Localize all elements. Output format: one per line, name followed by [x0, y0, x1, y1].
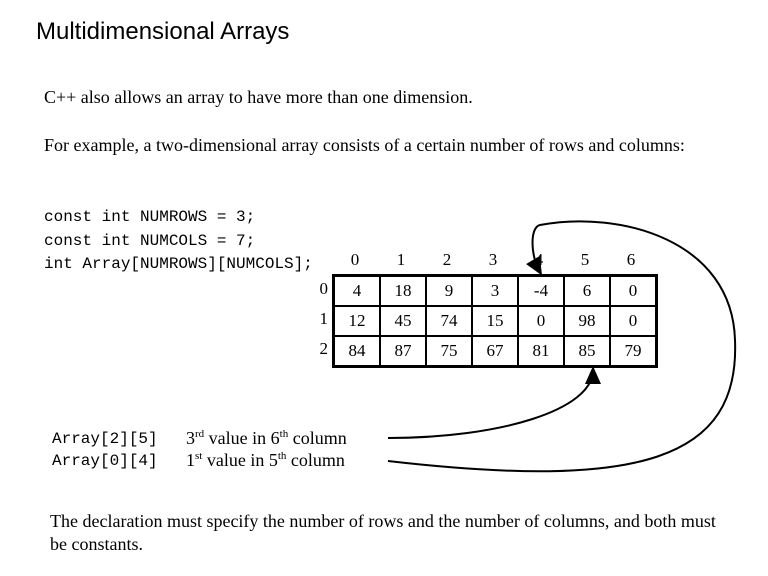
code-line-array-decl: int Array[NUMROWS][NUMCOLS];: [44, 255, 313, 273]
text: column: [286, 450, 345, 470]
array-grid: 4 18 9 3 -4 6 0 12 45 74 15 0 98 0 84 87…: [332, 274, 658, 368]
col-header: 5: [562, 250, 608, 270]
intro-paragraph-2: For example, a two-dimensional array con…: [44, 134, 724, 157]
cell: 0: [610, 306, 656, 336]
cell: 0: [518, 306, 564, 336]
cell: 74: [426, 306, 472, 336]
ordinal-suffix: th: [280, 428, 289, 440]
cell: 87: [380, 336, 426, 366]
code-line-numcols: const int NUMCOLS = 7;: [44, 232, 255, 250]
col-header: 2: [424, 250, 470, 270]
text: 3: [186, 428, 195, 448]
row-header: 2: [308, 334, 328, 364]
array-ref-04: Array[0][4]: [52, 452, 158, 470]
row-header: 0: [308, 274, 328, 304]
col-header: 1: [378, 250, 424, 270]
cell: -4: [518, 276, 564, 306]
cell: 79: [610, 336, 656, 366]
cell: 85: [564, 336, 610, 366]
table-row: 84 87 75 67 81 85 79: [334, 336, 656, 366]
row-header: 1: [308, 304, 328, 334]
text: value in 6: [204, 428, 279, 448]
col-header: 4: [516, 250, 562, 270]
intro-paragraph-1: C++ also allows an array to have more th…: [44, 86, 724, 109]
cell: 3: [472, 276, 518, 306]
array-ref-04-desc: 1st value in 5th column: [186, 450, 345, 471]
array-ref-25-desc: 3rd value in 6th column: [186, 428, 347, 449]
text: column: [288, 428, 347, 448]
col-header: 0: [332, 250, 378, 270]
cell: 75: [426, 336, 472, 366]
array-ref-25: Array[2][5]: [52, 430, 158, 448]
cell: 9: [426, 276, 472, 306]
cell: 15: [472, 306, 518, 336]
page-title: Multidimensional Arrays: [36, 18, 289, 46]
closing-paragraph: The declaration must specify the number …: [50, 510, 730, 557]
cell: 98: [564, 306, 610, 336]
cell: 67: [472, 336, 518, 366]
table-row: 4 18 9 3 -4 6 0: [334, 276, 656, 306]
code-line-numrows: const int NUMROWS = 3;: [44, 208, 255, 226]
cell: 0: [610, 276, 656, 306]
cell: 12: [334, 306, 380, 336]
cell: 4: [334, 276, 380, 306]
cell: 6: [564, 276, 610, 306]
cell: 45: [380, 306, 426, 336]
text: value in 5: [202, 450, 277, 470]
cell: 18: [380, 276, 426, 306]
col-header: 3: [470, 250, 516, 270]
text: 1: [186, 450, 195, 470]
ordinal-suffix: rd: [195, 428, 204, 440]
cell: 84: [334, 336, 380, 366]
col-header: 6: [608, 250, 654, 270]
cell: 81: [518, 336, 564, 366]
table-row: 12 45 74 15 0 98 0: [334, 306, 656, 336]
